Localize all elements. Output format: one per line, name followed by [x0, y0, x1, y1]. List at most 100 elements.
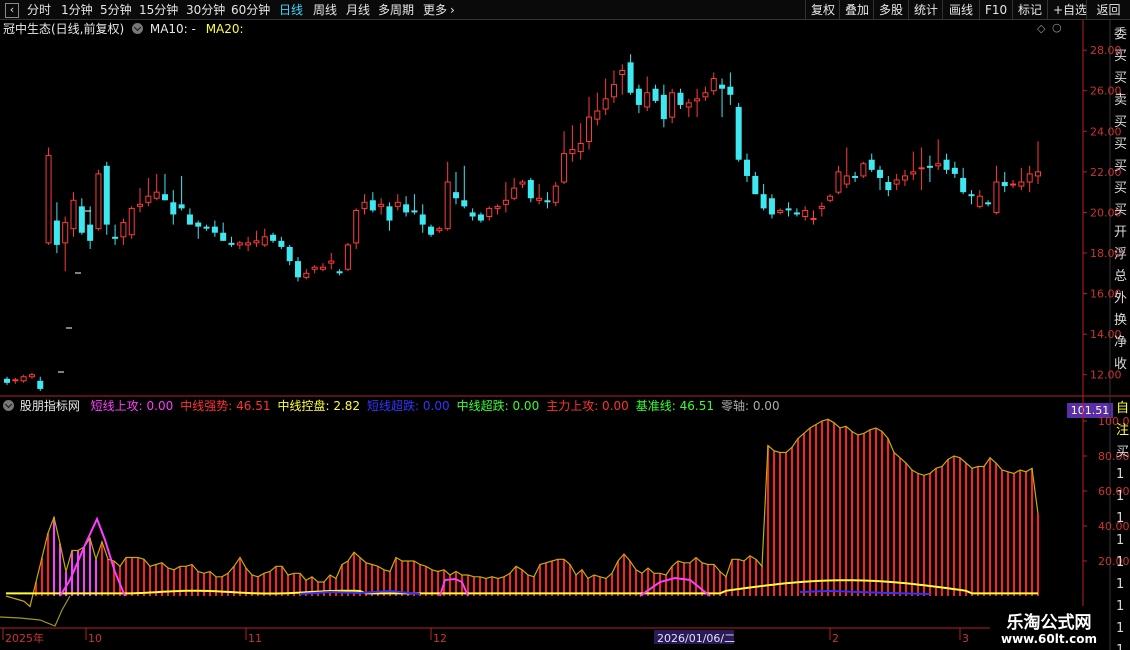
candle-body	[810, 218, 817, 221]
candle-body	[178, 204, 185, 209]
candle-body	[985, 202, 992, 205]
candle-body	[594, 110, 601, 120]
candle-body	[619, 69, 626, 76]
candle-body	[926, 165, 933, 168]
right-strip-char: 换	[1114, 313, 1127, 328]
candle-body	[1001, 182, 1008, 187]
candle-body	[278, 240, 285, 247]
candle-body	[1035, 171, 1041, 177]
candle-body	[403, 204, 410, 213]
candle-body	[20, 376, 27, 382]
ind-right-strip-char: 1	[1116, 621, 1124, 636]
candle-body	[943, 159, 950, 170]
ind-right-strip-char: 注	[1116, 423, 1129, 438]
candle-body	[976, 195, 983, 207]
candle-body	[295, 261, 302, 278]
candle-body	[519, 181, 526, 185]
candle-body	[960, 177, 967, 193]
candle-body	[319, 266, 326, 270]
x-axis-label: 3	[962, 632, 969, 645]
candle-body	[511, 187, 518, 199]
candle-body	[561, 153, 568, 183]
candle-body	[951, 167, 958, 174]
candle-body	[685, 102, 692, 108]
candle-body	[602, 98, 609, 110]
candle-body	[502, 199, 509, 205]
candle-body	[843, 175, 850, 185]
ind-right-strip-char: 1	[1116, 533, 1124, 548]
ind-right-strip-char: 1	[1116, 511, 1124, 526]
candle-body	[827, 195, 834, 201]
candle-body	[12, 379, 19, 382]
candle-body	[311, 266, 318, 270]
candle-body	[436, 228, 443, 232]
candle-body	[893, 179, 900, 185]
candle-body	[727, 86, 734, 95]
candle-body	[62, 222, 69, 244]
candle-body	[610, 84, 617, 98]
candle-body	[785, 208, 792, 211]
right-strip-char: 浮	[1114, 247, 1127, 262]
candle-body	[494, 205, 501, 209]
candle-body	[627, 62, 634, 93]
right-strip-char: 开	[1114, 225, 1127, 240]
candle-body	[918, 167, 925, 170]
candle-body	[536, 197, 543, 201]
candle-body	[112, 236, 119, 239]
candle-body	[145, 195, 152, 203]
candle-body	[877, 169, 884, 178]
ind-right-strip-char: 1	[1116, 555, 1124, 570]
candle-body	[95, 173, 102, 230]
candle-body	[752, 175, 759, 195]
candle-body	[768, 198, 775, 215]
candle-body	[586, 116, 593, 142]
ind-right-strip-char: 1	[1116, 489, 1124, 504]
x-axis-label: 2026/01/06/二	[657, 632, 735, 645]
candle-body	[777, 209, 784, 213]
candle-body	[386, 206, 393, 221]
kline-chart[interactable]: 28.0026.0024.0022.0020.0018.0016.0014.00…	[0, 0, 1130, 650]
right-strip-char: 买	[1114, 203, 1127, 218]
ind-y-tick-label: 20.00	[1098, 555, 1130, 568]
candle-body	[677, 92, 684, 105]
candle-body	[694, 98, 701, 102]
right-strip-char: 委	[1114, 27, 1127, 42]
candle-body	[203, 226, 210, 229]
candle-body	[477, 214, 484, 221]
candle-body	[735, 106, 742, 160]
candle-body	[411, 210, 418, 213]
candle-body	[802, 209, 809, 218]
candle-body	[444, 181, 451, 230]
ind-right-strip-char: 买	[1116, 445, 1129, 460]
ind-right-strip-char: 自	[1116, 401, 1129, 416]
candle-body	[452, 192, 459, 199]
candle-body	[910, 171, 917, 175]
candle-body	[818, 205, 825, 209]
candle-body	[353, 209, 360, 244]
candle-body	[835, 171, 842, 193]
candle-body	[885, 182, 892, 191]
candle-body	[552, 185, 559, 203]
x-axis-label: 2025年	[5, 631, 44, 645]
candle-body	[220, 232, 227, 241]
candle-body	[394, 201, 401, 207]
candle-body	[743, 159, 750, 176]
candle-body	[901, 175, 908, 181]
candle-body	[170, 202, 177, 215]
candle-body	[669, 92, 676, 118]
right-strip-char: 买	[1114, 159, 1127, 174]
candle-body	[1018, 181, 1025, 187]
candle-body	[569, 149, 576, 155]
candle-body	[428, 226, 435, 235]
candle-body	[577, 142, 584, 153]
candle-body	[860, 163, 867, 177]
candle-body	[793, 212, 800, 215]
candle-body	[719, 84, 726, 89]
candle-body	[344, 244, 351, 270]
candle-body	[336, 271, 343, 274]
right-strip-char: 总	[1114, 269, 1127, 284]
candle-body	[37, 380, 44, 389]
candle-body	[128, 207, 135, 236]
right-strip-char: 买	[1114, 181, 1127, 196]
candle-body	[644, 92, 651, 108]
